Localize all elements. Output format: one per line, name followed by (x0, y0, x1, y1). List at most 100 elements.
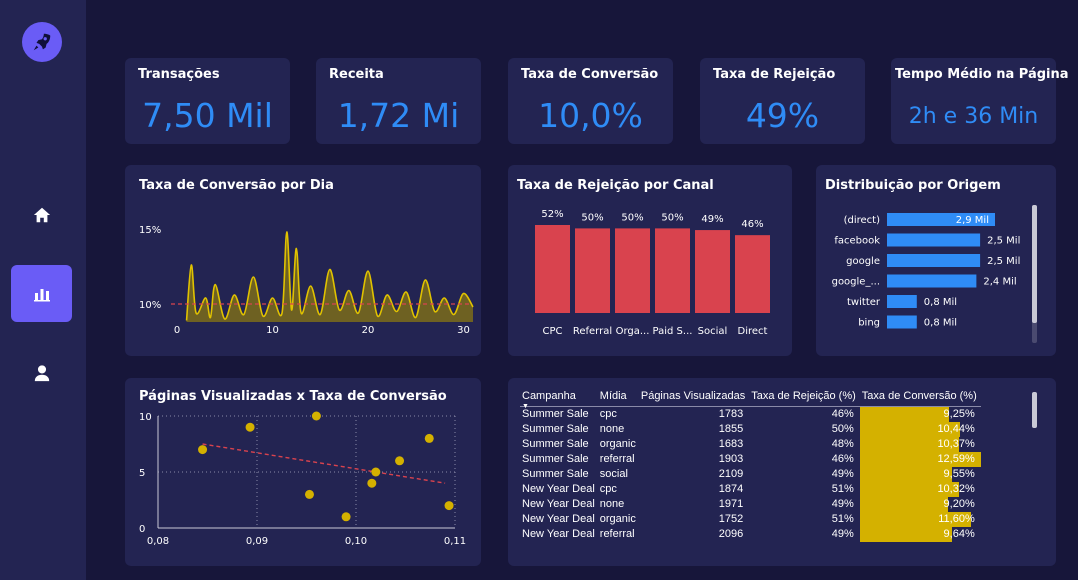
data-label: 46% (741, 219, 763, 230)
category-label: twitter (847, 297, 881, 308)
bar-chart-icon (33, 288, 50, 301)
rocket-icon (33, 33, 51, 51)
scatter-point (367, 478, 377, 488)
cell-midia: organic (599, 438, 636, 450)
col-header-conversao[interactable]: Taxa de Conversão (%) (859, 390, 981, 407)
home-icon (33, 207, 50, 222)
scatter-point (444, 501, 454, 511)
y-tick-label: 0 (139, 524, 145, 535)
conversao-value: 10,44% (937, 423, 975, 435)
bar (887, 295, 917, 308)
kpi-taxa-rejeicao: Taxa de Rejeição 49% (700, 58, 865, 144)
x-tick-label: 20 (362, 325, 375, 336)
category-label: facebook (834, 236, 880, 247)
bar-chart[interactable]: 52% CPC 50% Referral 50% Orga... 50% Paid S... 4… (508, 165, 792, 356)
x-tick-label: 0 (174, 325, 180, 336)
area-chart[interactable]: 15% 10% 0 10 20 30 (125, 165, 481, 356)
cell-midia: referral (599, 528, 635, 540)
table-row[interactable]: Summer Sale none 1855 50% 10,44% (520, 422, 981, 437)
nav-profile[interactable] (11, 344, 72, 401)
scatter-point (198, 445, 208, 455)
conversao-value: 12,59% (937, 453, 975, 465)
cell-midia: none (599, 498, 625, 510)
kpi-title: Receita (329, 67, 384, 82)
table-row[interactable]: New Year Deal none 1971 49% 9,20% (520, 497, 981, 512)
nav-home[interactable] (11, 186, 72, 243)
scrollbar-thumb[interactable] (1032, 205, 1037, 323)
hbar-chart[interactable]: (direct) 2,9 Mil facebook 2,5 Mil google 2,5 … (816, 165, 1056, 356)
cell-rejeicao: 46% (831, 453, 854, 465)
cell-campanha: Summer Sale (522, 453, 589, 465)
cell-campanha: Summer Sale (522, 468, 589, 480)
table-row[interactable]: New Year Deal organic 1752 51% 11,60% (520, 512, 981, 527)
y-tick-label: 10% (139, 300, 161, 311)
table-row[interactable]: New Year Deal cpc 1874 51% 10,32% (520, 482, 981, 497)
kpi-value: 49% (745, 96, 820, 135)
cell-paginas: 1683 (718, 438, 744, 450)
category-label: CPC (543, 326, 563, 337)
cell-paginas: 1874 (718, 483, 744, 495)
col-header-paginas[interactable]: Páginas Visualizadas (638, 390, 750, 407)
category-label: google_... (832, 277, 880, 288)
cell-campanha: Summer Sale (522, 408, 589, 420)
cell-midia: referral (599, 453, 635, 465)
cell-paginas: 2109 (718, 468, 744, 480)
cell-conversao: 10,37% (859, 437, 981, 452)
bar (887, 254, 981, 267)
cell-conversao: 9,55% (859, 467, 981, 482)
cell-paginas: 1971 (718, 498, 744, 510)
cell-rejeicao: 49% (831, 528, 854, 540)
cell-rejeicao: 46% (831, 408, 854, 420)
data-label: 2,9 Mil (956, 215, 989, 226)
kpi-value: 10,0% (538, 96, 643, 135)
paginas-x-conversao-panel: Páginas Visualizadas x Taxa de Conversão… (125, 378, 481, 566)
x-tick-label: 0,08 (147, 536, 169, 547)
table-row[interactable]: New Year Deal referral 2096 49% 9,64% (520, 527, 981, 542)
data-label: 2,5 Mil (987, 236, 1020, 247)
cell-rejeicao: 51% (831, 513, 854, 525)
bar (695, 230, 730, 313)
scatter-point (371, 467, 381, 477)
scrollbar-thumb[interactable] (1032, 392, 1037, 428)
scatter-point (311, 411, 321, 421)
data-label: 52% (541, 209, 563, 220)
category-label: Paid S... (653, 326, 693, 337)
table-row[interactable]: Summer Sale referral 1903 46% 12,59% (520, 452, 981, 467)
scatter-point (304, 489, 314, 499)
table-row[interactable]: Summer Sale social 2109 49% 9,55% (520, 467, 981, 482)
col-header-midia[interactable]: Mídia (597, 390, 639, 407)
cell-conversao: 10,32% (859, 482, 981, 497)
cell-paginas: 2096 (718, 528, 744, 540)
table-row[interactable]: Summer Sale cpc 1783 46% 9,25% (520, 407, 981, 422)
scatter-chart[interactable]: 10 5 00,08 0,09 0,10 0,11 (125, 378, 481, 566)
cell-paginas: 1783 (718, 408, 744, 420)
category-label: Social (698, 326, 728, 337)
cell-midia: cpc (599, 483, 617, 495)
cell-paginas: 1752 (718, 513, 744, 525)
cell-conversao: 11,60% (859, 512, 981, 527)
bar (887, 315, 917, 329)
kpi-transacoes: Transações 7,50 Mil (125, 58, 290, 144)
col-header-rejeicao[interactable]: Taxa de Rejeição (%) (749, 390, 860, 407)
col-header-campanha[interactable]: Campanha ▼ (520, 390, 598, 410)
category-label: Direct (738, 326, 768, 337)
table-row[interactable]: Summer Sale organic 1683 48% 10,37% (520, 437, 981, 452)
cell-conversao: 9,20% (859, 497, 981, 512)
app-logo[interactable] (22, 22, 62, 62)
nav-reports[interactable] (11, 265, 72, 322)
conversao-value: 9,55% (943, 468, 975, 480)
cell-midia: social (599, 468, 628, 480)
rejeicao-por-canal-panel: Taxa de Rejeição por Canal 52% CPC 50% Refe… (508, 165, 792, 356)
cell-midia: none (599, 423, 625, 435)
cell-conversao: 9,25% (859, 407, 981, 422)
kpi-title: Taxa de Conversão (521, 67, 659, 82)
trend-line (202, 443, 446, 484)
kpi-value: 1,72 Mi (337, 96, 460, 135)
cell-rejeicao: 49% (831, 498, 854, 510)
conversao-value: 9,25% (943, 408, 975, 420)
data-label: 49% (701, 214, 723, 225)
data-label: 0,8 Mil (924, 318, 957, 329)
y-tick-label: 5 (139, 468, 145, 479)
cell-paginas: 1855 (718, 423, 744, 435)
user-icon (34, 364, 49, 381)
